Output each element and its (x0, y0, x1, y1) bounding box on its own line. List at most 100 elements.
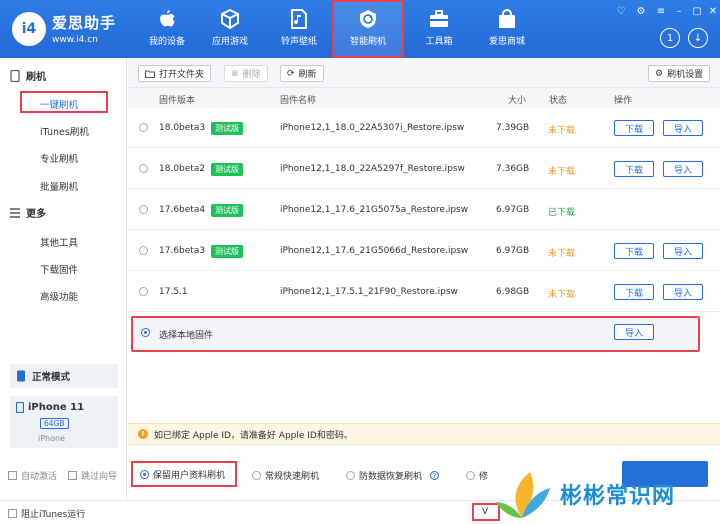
settings-icon[interactable]: ⚙ (634, 6, 648, 17)
firmware-status: 未下载 (548, 126, 576, 136)
refresh-button[interactable]: ⟳ 刷新 (280, 65, 324, 82)
flash-settings-button[interactable]: ⚙ 刷机设置 (648, 65, 711, 82)
skin-icon[interactable]: ♡ (614, 6, 628, 17)
menu-icon[interactable]: ≡ (654, 6, 668, 17)
refresh-icon: ⟳ (287, 68, 295, 79)
firmware-version: 18.0beta3 (159, 123, 206, 133)
toolbox-icon (428, 9, 450, 29)
nav-toolbox[interactable]: 工具箱 (408, 0, 470, 58)
firmware-size: 7.39GB (496, 123, 530, 133)
beta-badge: 测试版 (211, 163, 243, 176)
repair-label: 修 (479, 472, 489, 482)
phone-icon (10, 69, 20, 82)
download-button[interactable]: 下载 (614, 120, 654, 136)
open-folder-button[interactable]: 打开文件夹 (138, 65, 212, 82)
firmware-name: iPhone12,1_18.0_22A5307i_Restore.ipsw (280, 123, 465, 133)
sidebar: 刷机 一键刷机 iTunes刷机 专业刷机 批量刷机 更多 其他工具 下载固件 … (0, 58, 127, 523)
row-radio[interactable] (139, 164, 148, 173)
watermark-text: 彬彬常识网 (560, 484, 676, 509)
open-folder-label: 打开文件夹 (159, 70, 205, 80)
table-row[interactable]: 17.6beta3 测试版 iPhone12,1_17.6_21G5066d_R… (128, 231, 720, 271)
toolbar: 打开文件夹 ⊗ 删除 ⟳ 刷新 ⚙ 刷机设置 (128, 58, 720, 88)
skip-guide-checkbox[interactable] (68, 471, 77, 480)
sidebar-item-other-tools[interactable]: 其他工具 (40, 235, 78, 249)
sidebar-item-download-firmware[interactable]: 下载固件 (40, 262, 78, 276)
column-header-name: 固件名称 (280, 96, 317, 106)
nav-apps-games[interactable]: 应用游戏 (199, 0, 261, 58)
import-button[interactable]: 导入 (663, 120, 703, 136)
import-button[interactable]: 导入 (663, 284, 703, 300)
device-storage: 64GB (40, 418, 69, 429)
repair-option[interactable]: 修 (466, 469, 488, 482)
table-row[interactable]: 18.0beta2 测试版 iPhone12,1_18.0_22A5297f_R… (128, 149, 720, 189)
anti-recovery-option[interactable]: 防数据恢复刷机 ? (346, 469, 440, 482)
column-header-action: 操作 (614, 96, 633, 106)
shopping-bag-icon (496, 9, 518, 29)
column-header-status: 状态 (549, 96, 568, 106)
quick-flash-radio[interactable] (252, 471, 261, 480)
block-itunes-checkbox[interactable] (8, 509, 17, 518)
keep-data-option[interactable]: 保留用户资料刷机 (131, 461, 237, 487)
table-row[interactable]: 17.6beta4 测试版 iPhone12,1_17.6_21G5075a_R… (128, 190, 720, 230)
row-radio[interactable] (139, 205, 148, 214)
auto-activate-option[interactable]: 自动激活 (8, 469, 57, 482)
download-button[interactable]: 下载 (614, 243, 654, 259)
minimize-icon[interactable]: – (672, 6, 686, 17)
firmware-status: 未下载 (548, 249, 576, 259)
block-itunes-option[interactable]: 阻止iTunes运行 (8, 507, 85, 520)
table-row[interactable]: 18.0beta3 测试版 iPhone12,1_18.0_22A5307i_R… (128, 108, 720, 148)
device-card[interactable]: iPhone 11 64GB iPhone (10, 396, 118, 448)
list-icon (10, 207, 20, 218)
nav-label: 我的设备 (148, 37, 185, 47)
phone-icon (16, 402, 24, 413)
local-firmware-radio[interactable] (141, 328, 150, 337)
local-firmware-row[interactable]: 选择本地固件 导入 (131, 316, 700, 352)
device-mode-icon (17, 370, 25, 382)
nav-store[interactable]: 爱思商城 (476, 0, 538, 58)
quick-flash-option[interactable]: 常规快速刷机 (252, 469, 319, 482)
firmware-version: 17.5.1 (159, 287, 188, 297)
help-icon[interactable]: ? (430, 471, 440, 480)
row-radio[interactable] (139, 123, 148, 132)
notification-badge[interactable]: 1 (660, 28, 680, 48)
auto-activate-checkbox[interactable] (8, 471, 17, 480)
table-row[interactable]: 17.5.1 iPhone12,1_17.5.1_21F90_Restore.i… (128, 272, 720, 312)
download-button[interactable]: 下载 (614, 284, 654, 300)
maximize-icon[interactable]: ▢ (690, 6, 704, 17)
download-icon[interactable]: ↓ (688, 28, 708, 48)
download-button[interactable]: 下载 (614, 161, 654, 177)
device-mode-label: 正常模式 (32, 372, 71, 383)
delete-button[interactable]: ⊗ 删除 (224, 65, 268, 82)
firmware-version: 17.6beta3 (159, 246, 206, 256)
sidebar-item-advanced[interactable]: 高级功能 (40, 289, 78, 303)
import-button[interactable]: 导入 (663, 161, 703, 177)
keep-data-radio[interactable] (140, 469, 149, 479)
nav-smart-flash[interactable]: 智能刷机 (332, 0, 404, 58)
brand-name: 爱思助手 (52, 14, 117, 32)
row-radio[interactable] (139, 246, 148, 255)
cube-icon (219, 9, 241, 29)
anti-recovery-radio[interactable] (346, 471, 355, 480)
top-bar: i4 爱思助手 www.i4.cn 我的设备 应用游戏 铃声壁纸 智能刷机 工具… (0, 0, 720, 58)
device-type: iPhone (38, 434, 66, 443)
brand-url: www.i4.cn (52, 35, 98, 45)
local-firmware-label: 选择本地固件 (159, 331, 214, 341)
close-icon[interactable]: ✕ (706, 6, 720, 17)
sidebar-item-one-click-flash[interactable]: 一键刷机 (20, 91, 108, 113)
music-file-icon (288, 9, 310, 29)
local-import-button[interactable]: 导入 (614, 324, 654, 340)
sidebar-item-batch-flash[interactable]: 批量刷机 (40, 179, 78, 193)
skip-guide-option[interactable]: 跳过向导 (68, 469, 117, 482)
firmware-size: 7.36GB (496, 164, 530, 174)
column-header-version: 固件版本 (159, 96, 196, 106)
repair-radio[interactable] (466, 471, 475, 480)
nav-my-device[interactable]: 我的设备 (136, 0, 198, 58)
sidebar-item-pro-flash[interactable]: 专业刷机 (40, 151, 78, 165)
sidebar-item-itunes-flash[interactable]: iTunes刷机 (40, 124, 89, 138)
nav-ringtones-wallpapers[interactable]: 铃声壁纸 (268, 0, 330, 58)
row-radio[interactable] (139, 287, 148, 296)
firmware-size: 6.97GB (496, 246, 530, 256)
nav-label: 应用游戏 (211, 37, 248, 47)
import-button[interactable]: 导入 (663, 243, 703, 259)
beta-badge: 测试版 (211, 245, 243, 258)
